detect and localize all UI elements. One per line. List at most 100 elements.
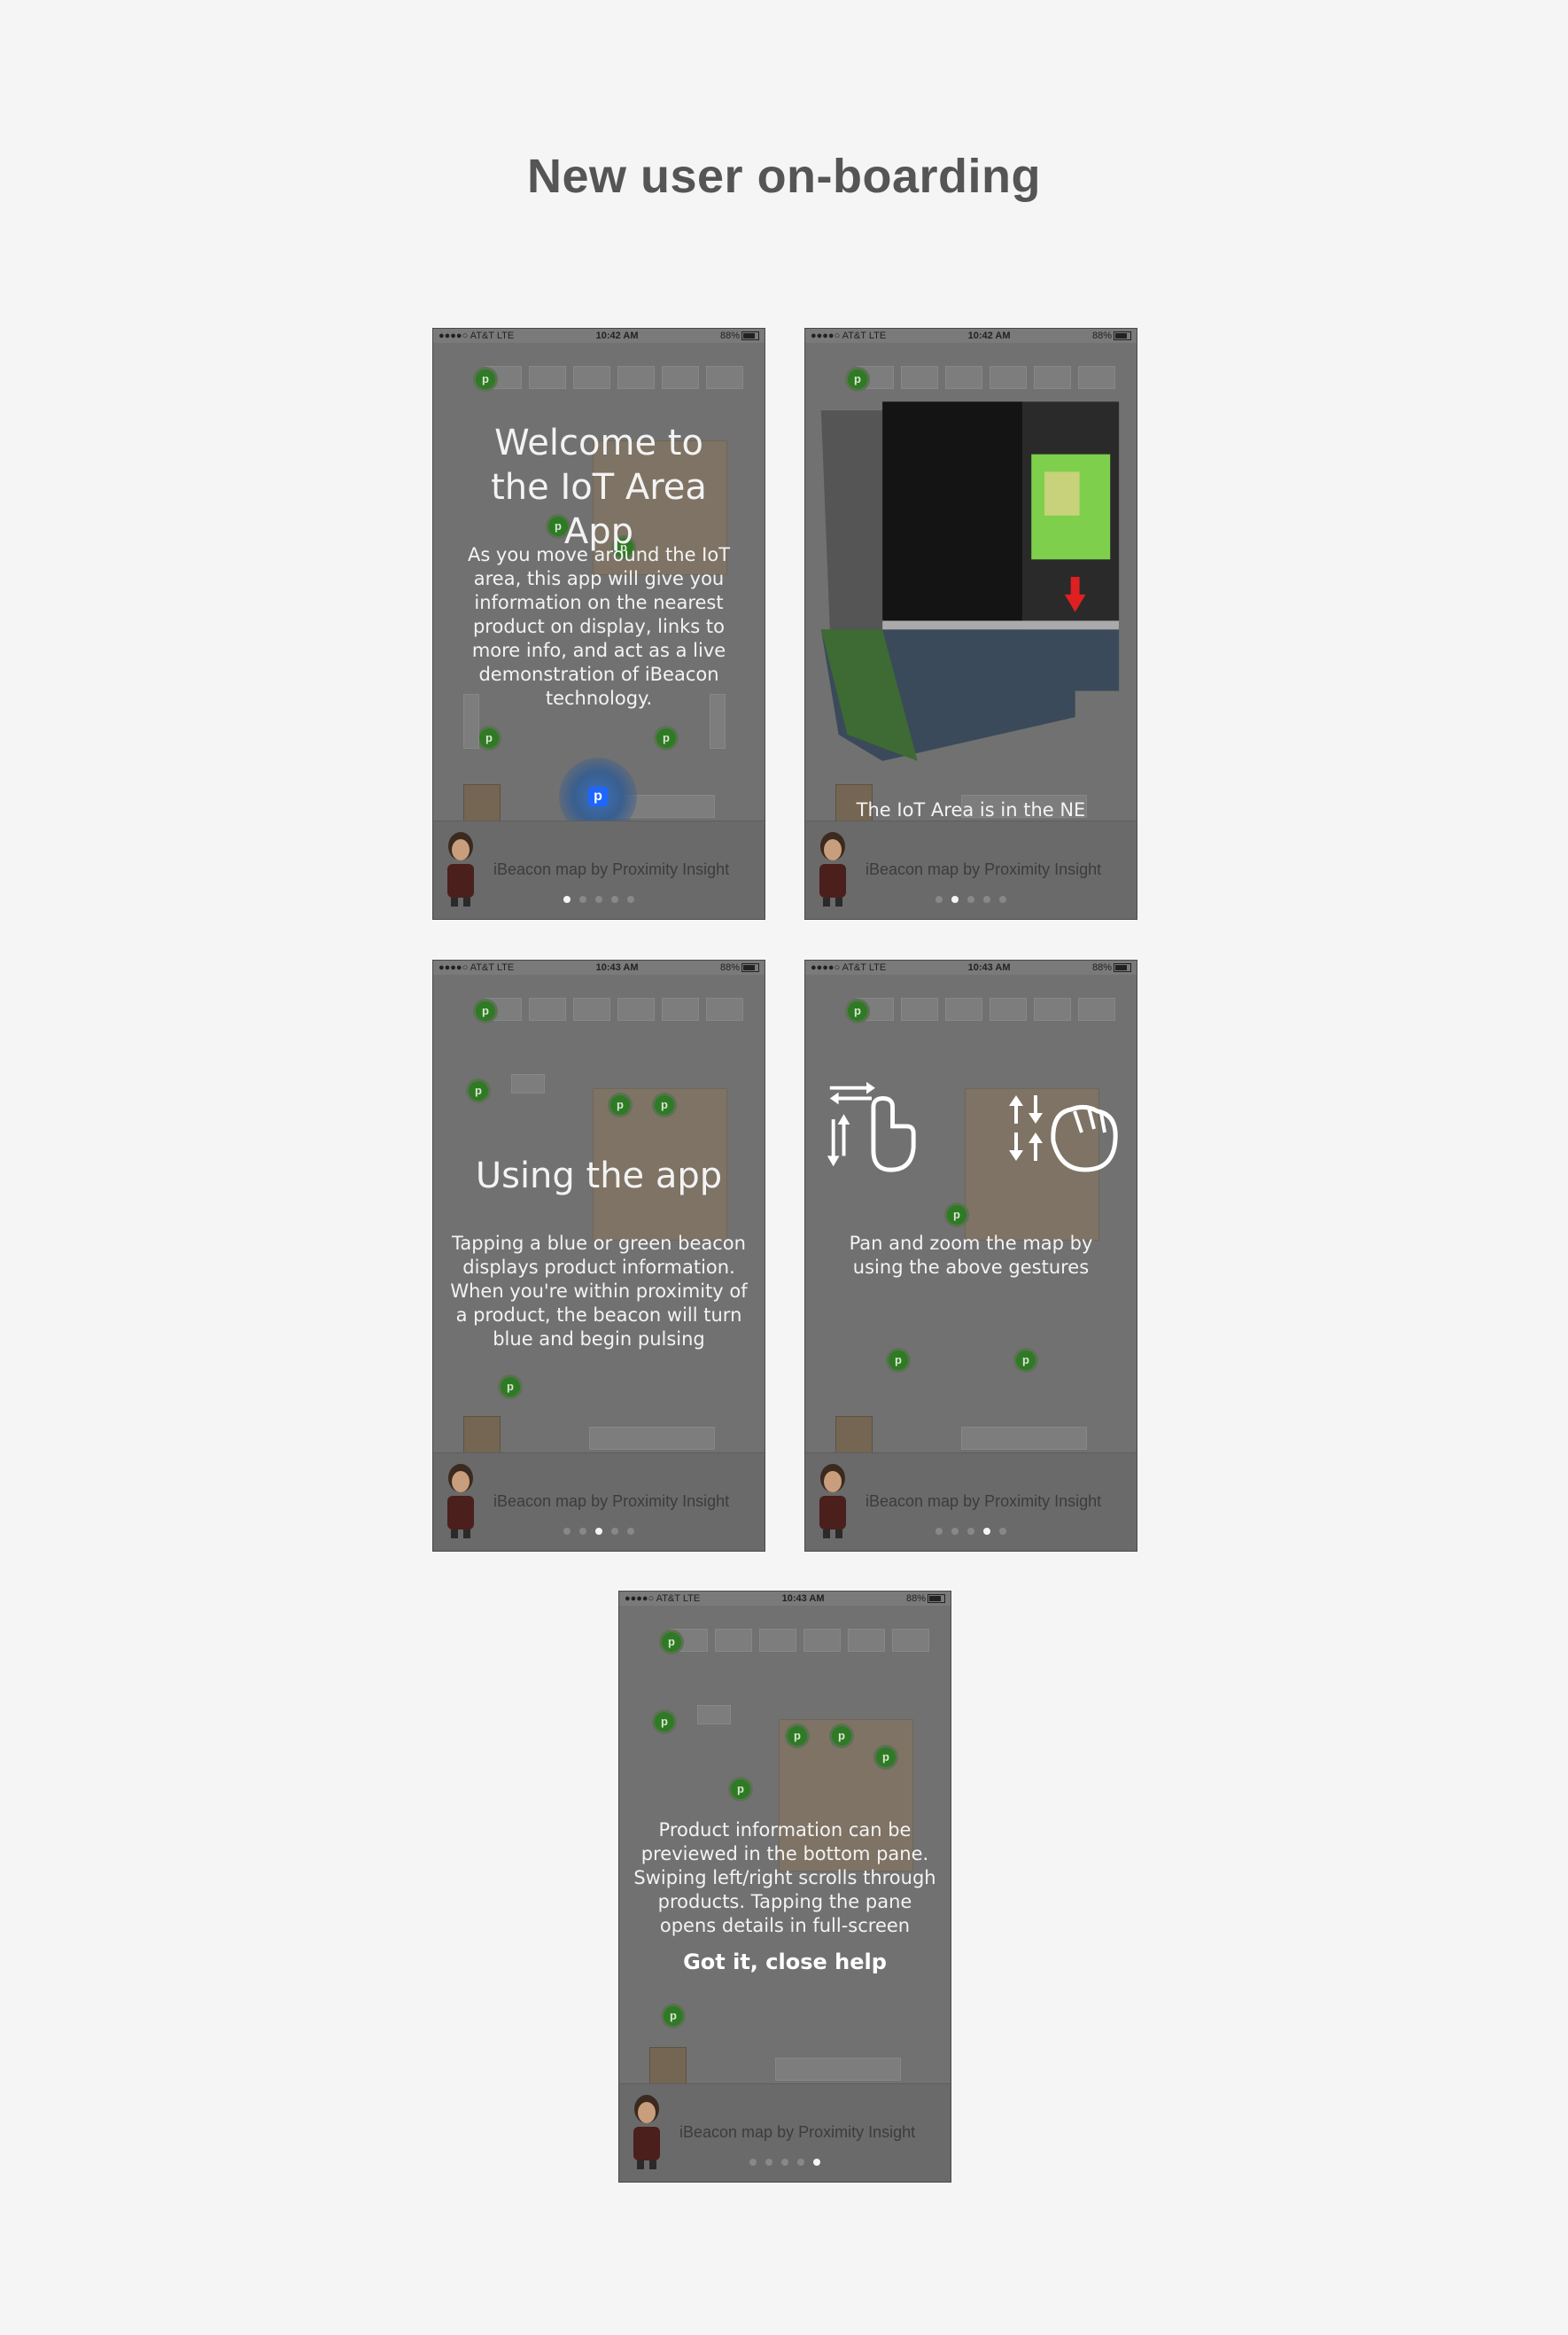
carrier-label: ●●●●○ AT&T LTE	[811, 962, 887, 973]
map-booth	[945, 998, 982, 1021]
footer-credit: iBeacon map by Proximity Insight	[679, 2123, 916, 2141]
page-dot[interactable]	[999, 1528, 1006, 1535]
page-dot[interactable]	[749, 2159, 757, 2166]
page-dot[interactable]	[765, 2159, 772, 2166]
beacon-icon[interactable]: p	[476, 1001, 495, 1021]
page-dot[interactable]	[999, 896, 1006, 903]
footer-pane[interactable]: iBeacon map by Proximity Insight	[619, 2083, 951, 2182]
page-dot[interactable]	[797, 2159, 804, 2166]
screen-headline: Using the app	[475, 1156, 723, 1196]
page-dot[interactable]	[813, 2159, 820, 2166]
screen-body: Pan and zoom the map by using the above …	[849, 1233, 1093, 1278]
page-dot[interactable]	[983, 1528, 990, 1535]
map-booth	[990, 366, 1027, 389]
page-indicator[interactable]	[619, 2159, 951, 2166]
page-indicator[interactable]	[433, 1528, 765, 1535]
beacon-icon[interactable]: p	[655, 1712, 674, 1732]
page-dot[interactable]	[951, 1528, 959, 1535]
footer-pane[interactable]: iBeacon map by Proximity Insight	[805, 821, 1137, 919]
footer-credit: iBeacon map by Proximity Insight	[866, 1492, 1102, 1510]
page-dot[interactable]	[563, 1528, 571, 1535]
battery-icon	[927, 1594, 945, 1604]
screen-body: Product information can be previewed in …	[633, 1819, 936, 1936]
page-dot[interactable]	[579, 1528, 586, 1535]
map-booth	[529, 998, 566, 1021]
page-dot[interactable]	[627, 1528, 634, 1535]
map-booth	[803, 1629, 841, 1652]
beacon-icon[interactable]: p	[479, 728, 499, 748]
page-dot[interactable]	[611, 1528, 618, 1535]
page-dot[interactable]	[595, 896, 602, 903]
beacon-map[interactable]: p p p p p	[433, 975, 765, 1462]
page-dot[interactable]	[563, 896, 571, 903]
page-dot[interactable]	[951, 896, 959, 903]
beacon-icon[interactable]: p	[876, 1747, 896, 1767]
map-booth	[511, 1074, 545, 1094]
onboarding-screen-location: ●●●●○ AT&T LTE 10:42 AM 88% p The IoT Ar…	[804, 328, 1137, 920]
screen-body: As you move around the IoT area, this ap…	[467, 544, 731, 709]
map-booth	[573, 998, 610, 1021]
battery-label: 88%	[1091, 331, 1112, 341]
screen-body: Tapping a blue or green beacon displays …	[450, 1233, 748, 1350]
beacon-icon[interactable]: p	[832, 1726, 851, 1746]
status-bar: ●●●●○ AT&T LTE 10:42 AM 88%	[805, 329, 1137, 343]
beacon-icon[interactable]: p	[469, 1081, 488, 1101]
clock: 10:43 AM	[781, 1593, 825, 1604]
beacon-icon[interactable]: p	[1016, 1350, 1036, 1370]
map-booth	[706, 998, 743, 1021]
clock: 10:43 AM	[967, 962, 1011, 973]
page-dot[interactable]	[595, 1528, 602, 1535]
clock: 10:42 AM	[967, 331, 1011, 341]
beacon-map[interactable]: p p p p	[805, 975, 1137, 1462]
battery-icon	[1113, 963, 1131, 973]
beacon-icon[interactable]: p	[662, 1632, 681, 1652]
beacon-icon[interactable]: p	[656, 728, 676, 748]
map-booth	[617, 998, 655, 1021]
footer-pane[interactable]: iBeacon map by Proximity Insight	[433, 821, 765, 919]
footer-pane[interactable]: iBeacon map by Proximity Insight	[433, 1452, 765, 1551]
map-booth	[617, 366, 655, 389]
beacon-icon: p	[588, 787, 608, 806]
battery-icon	[1113, 331, 1131, 341]
beacon-icon[interactable]: p	[848, 370, 867, 389]
map-booth	[1078, 366, 1115, 389]
beacon-map[interactable]: p	[805, 343, 1137, 830]
carrier-label: ●●●●○ AT&T LTE	[625, 1593, 701, 1604]
screen-headline: Welcome to the IoT Area App	[491, 423, 707, 552]
close-help-button[interactable]: Got it, close help	[619, 1950, 951, 1974]
map-booth	[1034, 366, 1071, 389]
page-dot[interactable]	[781, 2159, 788, 2166]
page-indicator[interactable]	[433, 896, 765, 903]
beacon-icon[interactable]: p	[731, 1779, 750, 1799]
beacon-icon[interactable]: p	[947, 1205, 966, 1225]
footer-pane[interactable]: iBeacon map by Proximity Insight	[805, 1452, 1137, 1551]
beacon-icon[interactable]: p	[501, 1377, 520, 1397]
onboarding-screen-using-app: ●●●●○ AT&T LTE 10:43 AM 88% p p p p p Us…	[432, 960, 765, 1552]
carrier-label: ●●●●○ AT&T LTE	[439, 962, 515, 973]
page-dot[interactable]	[579, 896, 586, 903]
footer-credit: iBeacon map by Proximity Insight	[493, 860, 730, 878]
beacon-icon[interactable]: p	[848, 1001, 867, 1021]
zoom-gesture-icon	[1009, 1095, 1118, 1172]
beacon-icon[interactable]: p	[664, 2006, 683, 2026]
page-indicator[interactable]	[805, 1528, 1137, 1535]
beacon-icon[interactable]: p	[476, 370, 495, 389]
beacon-icon[interactable]: p	[889, 1350, 908, 1370]
page-dot[interactable]	[935, 896, 943, 903]
beacon-icon[interactable]: p	[610, 1095, 630, 1115]
map-booth	[990, 998, 1027, 1021]
page-indicator[interactable]	[805, 896, 1137, 903]
map-booth	[892, 1629, 929, 1652]
map-booth	[848, 1629, 885, 1652]
page-dot[interactable]	[967, 1528, 974, 1535]
page-dot[interactable]	[967, 896, 974, 903]
page-dot[interactable]	[627, 896, 634, 903]
page-dot[interactable]	[983, 896, 990, 903]
beacon-icon[interactable]: p	[788, 1726, 807, 1746]
venue-floor-plan[interactable]	[812, 400, 1128, 763]
carrier-label: ●●●●○ AT&T LTE	[439, 331, 515, 341]
beacon-icon[interactable]: p	[655, 1095, 674, 1115]
pan-gesture-icon	[827, 1081, 916, 1172]
page-dot[interactable]	[935, 1528, 943, 1535]
page-dot[interactable]	[611, 896, 618, 903]
